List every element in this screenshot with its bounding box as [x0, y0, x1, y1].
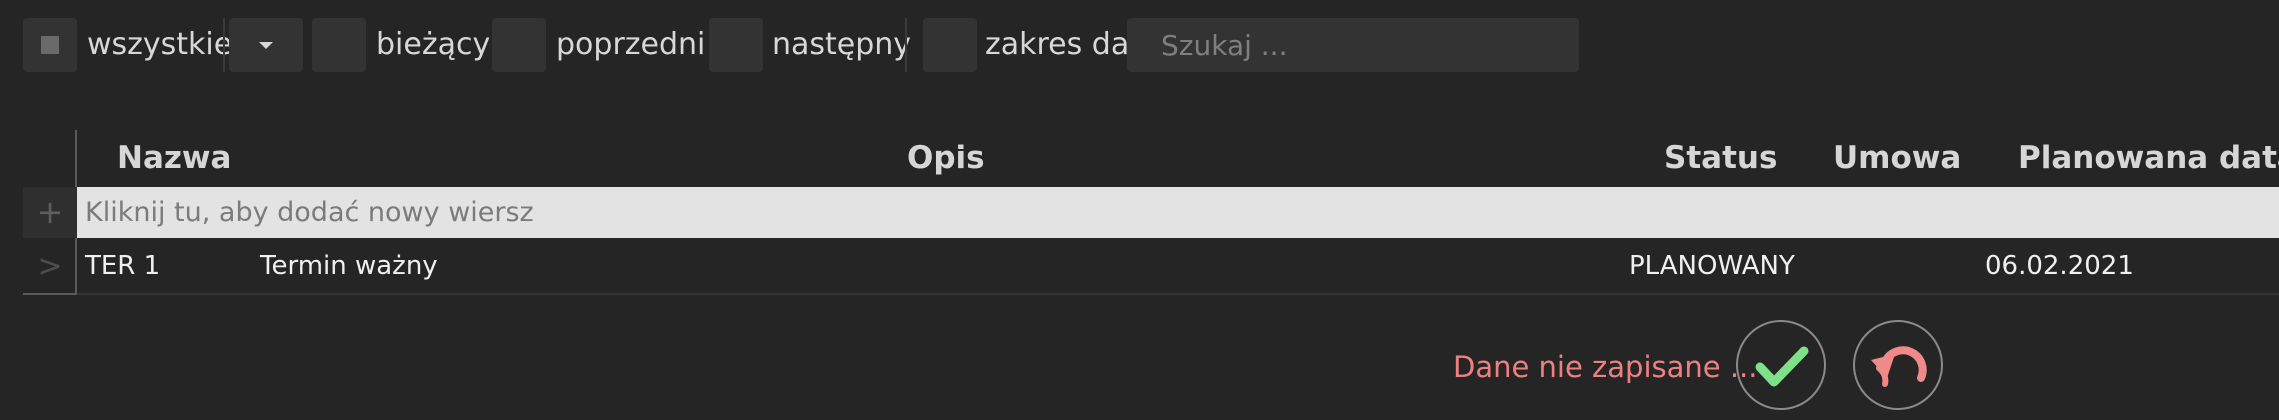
grid-divider [23, 293, 77, 295]
cell-nazwa[interactable]: TER 1 [85, 240, 160, 293]
all-label: wszystkie [87, 27, 233, 62]
undo-icon [1871, 346, 1927, 387]
plus-icon[interactable]: + [23, 187, 77, 238]
current-label: bieżący [376, 27, 491, 62]
new-row-placeholder[interactable]: Kliknij tu, aby dodać nowy wiersz [77, 187, 2279, 238]
column-header-nazwa[interactable]: Nazwa [117, 130, 231, 186]
indeterminate-mark-icon [41, 36, 59, 54]
chevron-down-icon [259, 42, 273, 49]
app-window: wszystkie bieżący poprzedni następny zak… [0, 0, 2279, 420]
date-range-checkbox[interactable] [923, 18, 977, 72]
cell-planowana-data[interactable]: 06.02.2021 [1985, 240, 2134, 293]
unsaved-status-text: Dane nie zapisane ... [1453, 350, 1758, 384]
filter-toolbar: wszystkie bieżący poprzedni następny zak… [23, 18, 2223, 72]
next-checkbox[interactable] [709, 18, 763, 72]
period-dropdown-button[interactable] [229, 18, 303, 72]
column-header-opis[interactable]: Opis [907, 130, 985, 186]
new-row-prompt: Kliknij tu, aby dodać nowy wiersz [85, 197, 534, 228]
date-range-label: zakres dat [985, 27, 1141, 62]
cell-status[interactable]: PLANOWANY [1629, 240, 1795, 293]
column-header-planowana-data[interactable]: Planowana data [2018, 130, 2279, 186]
toolbar-separator [905, 18, 907, 72]
all-checkbox[interactable] [23, 18, 77, 72]
toolbar-separator [223, 18, 225, 72]
column-header-status[interactable]: Status [1664, 130, 1777, 186]
current-checkbox[interactable] [312, 18, 366, 72]
checkmark-icon [1755, 346, 1809, 387]
next-label: następny [772, 27, 912, 62]
row-divider [77, 293, 2279, 295]
undo-button[interactable] [1853, 320, 1943, 410]
previous-checkbox[interactable] [492, 18, 546, 72]
chevron-right-icon[interactable]: > [23, 240, 77, 293]
save-button[interactable] [1736, 320, 1826, 410]
cell-opis[interactable]: Termin ważny [260, 240, 438, 293]
data-grid: Nazwa Opis Status Umowa Planowana data +… [23, 130, 2279, 295]
previous-label: poprzedni [556, 27, 706, 62]
search-input[interactable] [1127, 18, 1579, 72]
column-header-umowa[interactable]: Umowa [1833, 130, 1961, 186]
